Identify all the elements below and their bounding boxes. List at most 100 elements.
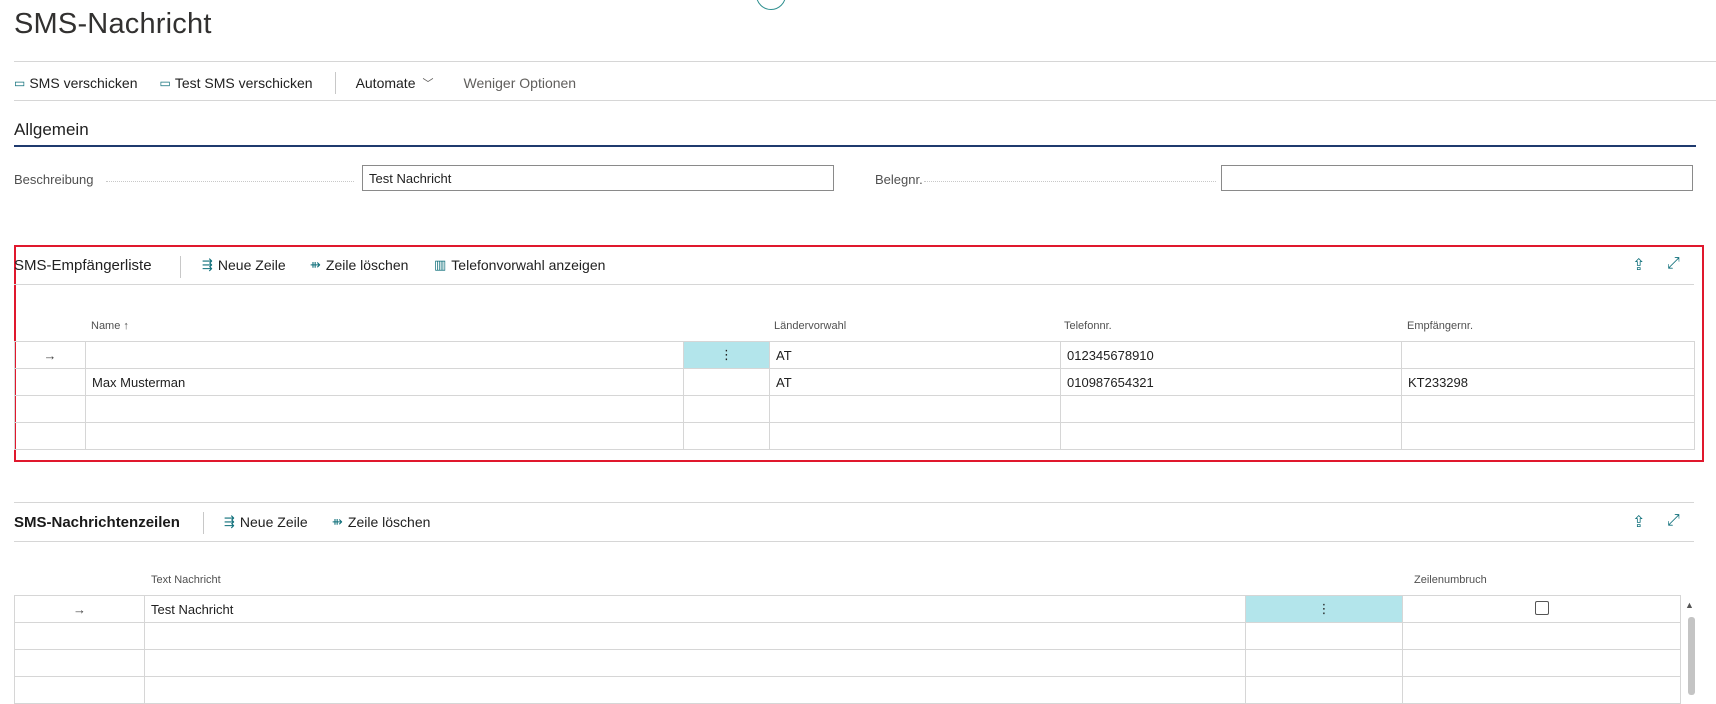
table-row[interactable]: → Test Nachricht ⋮ bbox=[14, 595, 1681, 623]
col-header-name[interactable]: Name ↑ bbox=[91, 320, 129, 332]
recipients-separator bbox=[180, 256, 181, 278]
fewer-options-button[interactable]: Weniger Optionen bbox=[464, 75, 577, 91]
description-field[interactable]: Test Nachricht bbox=[362, 165, 834, 191]
actionbar-divider bbox=[14, 100, 1716, 101]
share-icon[interactable]: ⇪ bbox=[1632, 255, 1645, 275]
new-line-icon: ⇶ bbox=[224, 514, 235, 529]
row-more-cell[interactable] bbox=[683, 395, 770, 423]
columns-icon: ▥ bbox=[434, 257, 447, 272]
cell-name[interactable]: Max Musterman bbox=[85, 368, 684, 396]
row-indicator bbox=[14, 676, 145, 704]
vertical-scrollbar[interactable] bbox=[1688, 617, 1695, 695]
lines-top-divider bbox=[14, 502, 1694, 503]
row-indicator bbox=[14, 622, 145, 650]
action-separator bbox=[334, 72, 336, 94]
col-header-line-break[interactable]: Zeilenumbruch bbox=[1414, 574, 1487, 586]
recipients-delete-line-button[interactable]: ⇻ Zeile löschen bbox=[310, 257, 408, 273]
table-row[interactable]: Max Musterman AT 010987654321 KT233298 bbox=[14, 368, 1695, 396]
cell-phone[interactable]: 010987654321 bbox=[1060, 368, 1402, 396]
row-more-cell[interactable] bbox=[1245, 622, 1403, 650]
row-indicator bbox=[14, 422, 86, 450]
col-name-label: Name bbox=[91, 320, 121, 332]
row-more-cell[interactable] bbox=[1245, 649, 1403, 677]
table-row[interactable] bbox=[14, 622, 1681, 650]
col-header-text[interactable]: Text Nachricht bbox=[151, 574, 221, 586]
top-circle-icon bbox=[756, 0, 786, 10]
cell-country-code[interactable] bbox=[769, 422, 1061, 450]
cell-phone[interactable]: 012345678910 bbox=[1060, 341, 1402, 369]
cell-recipient-no[interactable]: KT233298 bbox=[1401, 368, 1695, 396]
row-more-menu-icon[interactable]: ⋮ bbox=[1245, 595, 1403, 623]
description-leader-dots bbox=[106, 181, 354, 182]
table-row[interactable]: → ⋮ AT 012345678910 bbox=[14, 341, 1695, 369]
automate-menu[interactable]: Automate ﹀ bbox=[356, 75, 434, 91]
scroll-up-icon[interactable]: ▲ bbox=[1685, 600, 1694, 610]
cell-name[interactable] bbox=[85, 395, 684, 423]
docno-label: Belegnr. bbox=[875, 172, 923, 187]
cell-text[interactable]: Test Nachricht bbox=[144, 595, 1246, 623]
lines-new-line-label: Neue Zeile bbox=[239, 514, 308, 530]
cell-text[interactable] bbox=[144, 649, 1246, 677]
cell-text[interactable] bbox=[144, 622, 1246, 650]
cell-line-break[interactable] bbox=[1402, 622, 1681, 650]
lines-delete-line-button[interactable]: ⇻ Zeile löschen bbox=[332, 514, 430, 530]
cell-recipient-no[interactable] bbox=[1401, 341, 1695, 369]
line-break-checkbox[interactable] bbox=[1534, 600, 1549, 615]
show-prefix-button[interactable]: ▥ Telefonvorwahl anzeigen bbox=[434, 257, 605, 273]
lines-new-line-button[interactable]: ⇶ Neue Zeile bbox=[224, 514, 308, 530]
cell-line-break[interactable] bbox=[1402, 676, 1681, 704]
table-row[interactable] bbox=[14, 395, 1695, 423]
share-icon[interactable]: ⇪ bbox=[1632, 512, 1645, 532]
row-arrow-icon: → bbox=[14, 341, 86, 369]
row-indicator bbox=[14, 368, 86, 396]
recipients-toolbar-divider bbox=[14, 284, 1694, 285]
row-more-cell[interactable] bbox=[1245, 676, 1403, 704]
recipients-delete-line-label: Zeile löschen bbox=[325, 257, 409, 273]
section-underline bbox=[14, 145, 1696, 147]
send-sms-button[interactable]: ▭ SMS verschicken bbox=[14, 75, 138, 91]
cell-name[interactable] bbox=[85, 422, 684, 450]
row-indicator bbox=[14, 649, 145, 677]
docno-leader-dots bbox=[924, 181, 1216, 182]
cell-name[interactable] bbox=[85, 341, 684, 369]
cell-country-code[interactable]: AT bbox=[769, 368, 1061, 396]
sms-send-icon: ▭ bbox=[159, 76, 171, 90]
sms-send-icon: ▭ bbox=[14, 76, 26, 90]
docno-field[interactable] bbox=[1221, 165, 1693, 191]
lines-toolbar-divider bbox=[14, 541, 1694, 542]
fewer-options-label: Weniger Optionen bbox=[463, 75, 577, 91]
automate-label: Automate bbox=[355, 75, 416, 91]
send-test-sms-label: Test SMS verschicken bbox=[174, 75, 313, 91]
send-test-sms-button[interactable]: ▭ Test SMS verschicken bbox=[160, 75, 313, 91]
cell-text[interactable] bbox=[144, 676, 1246, 704]
cell-line-break[interactable] bbox=[1402, 649, 1681, 677]
title-divider bbox=[14, 61, 1716, 62]
table-row[interactable] bbox=[14, 676, 1681, 704]
row-arrow-icon: → bbox=[14, 595, 145, 623]
row-more-cell[interactable] bbox=[683, 422, 770, 450]
cell-country-code[interactable] bbox=[769, 395, 1061, 423]
cell-phone[interactable] bbox=[1060, 395, 1402, 423]
chevron-down-icon: ﹀ bbox=[422, 78, 434, 90]
recipients-table: → ⋮ AT 012345678910 Max Musterman AT 010… bbox=[14, 341, 1695, 450]
expand-icon[interactable]: ⤢ bbox=[1667, 255, 1680, 273]
delete-line-icon: ⇻ bbox=[332, 514, 343, 529]
delete-line-icon: ⇻ bbox=[310, 257, 321, 272]
table-row[interactable] bbox=[14, 649, 1681, 677]
table-row[interactable] bbox=[14, 422, 1695, 450]
lines-separator bbox=[203, 512, 204, 534]
cell-country-code[interactable]: AT bbox=[769, 341, 1061, 369]
col-header-country-code[interactable]: Ländervorwahl bbox=[774, 320, 846, 332]
cell-recipient-no[interactable] bbox=[1401, 422, 1695, 450]
row-indicator bbox=[14, 395, 86, 423]
recipients-new-line-button[interactable]: ⇶ Neue Zeile bbox=[202, 257, 286, 273]
col-header-phone[interactable]: Telefonnr. bbox=[1064, 320, 1112, 332]
action-bar: ▭ SMS verschicken ▭ Test SMS verschicken… bbox=[14, 72, 576, 94]
cell-phone[interactable] bbox=[1060, 422, 1402, 450]
row-more-cell[interactable] bbox=[683, 368, 770, 396]
cell-recipient-no[interactable] bbox=[1401, 395, 1695, 423]
lines-delete-line-label: Zeile löschen bbox=[347, 514, 431, 530]
col-header-recipient-no[interactable]: Empfängernr. bbox=[1407, 320, 1473, 332]
row-more-menu-icon[interactable]: ⋮ bbox=[683, 341, 770, 369]
expand-icon[interactable]: ⤢ bbox=[1667, 512, 1680, 530]
